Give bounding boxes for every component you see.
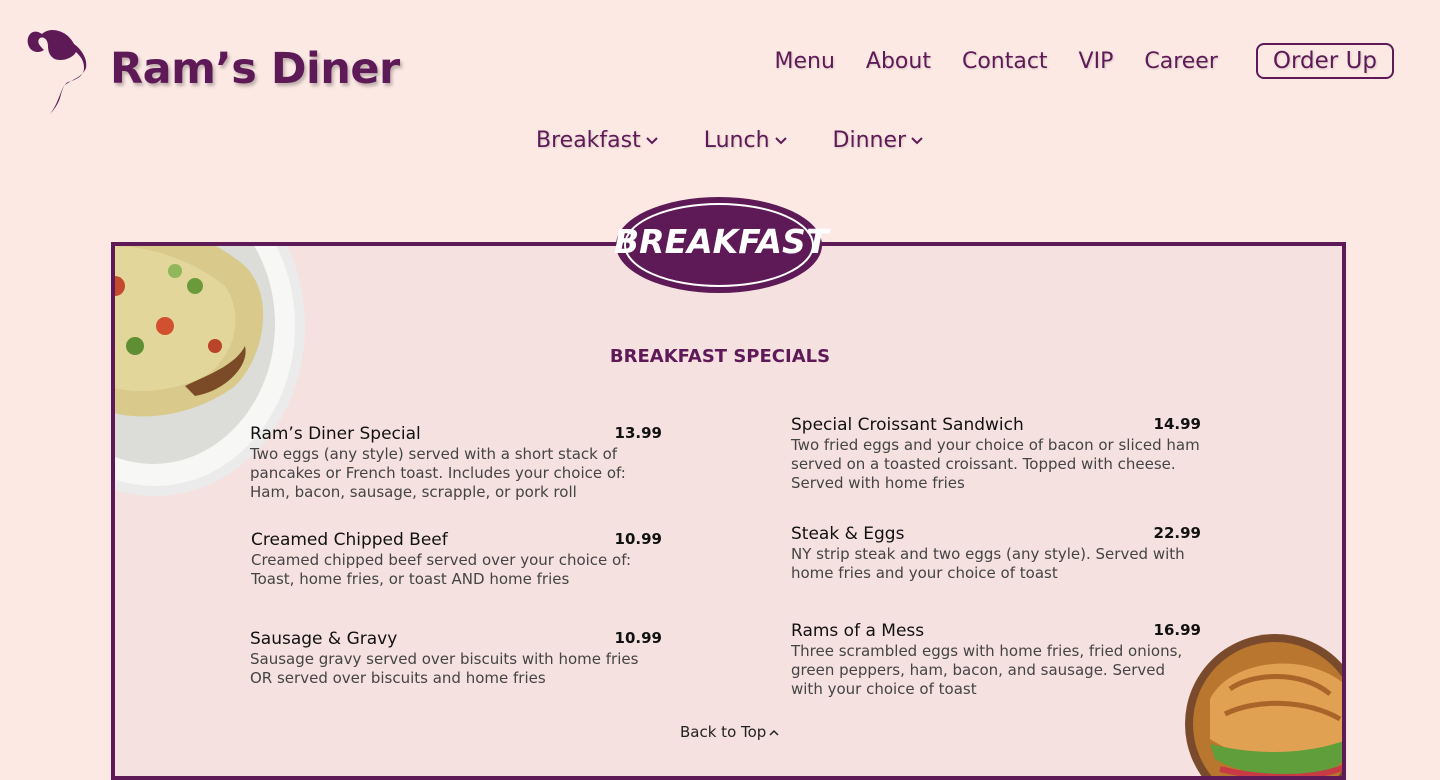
item-description: NY strip steak and two eggs (any style).… bbox=[791, 545, 1185, 582]
item-description: Sausage gravy served over biscuits with … bbox=[250, 650, 639, 687]
section-title: BREAKFAST SPECIALS bbox=[609, 346, 831, 367]
brand-name: Ram’s Diner bbox=[110, 44, 400, 94]
item-description: Creamed chipped beef served over your ch… bbox=[251, 551, 632, 588]
order-up-button[interactable]: Order Up bbox=[1255, 43, 1394, 79]
chevron-down-icon bbox=[774, 136, 787, 144]
subnav-dinner[interactable]: Dinner bbox=[833, 128, 924, 153]
item-price: 16.99 bbox=[1153, 621, 1201, 639]
item-description: Two fried eggs and your choice of bacon … bbox=[791, 436, 1200, 492]
item-name: Rams of a Mess bbox=[791, 621, 925, 641]
item-name: Ram’s Diner Special bbox=[250, 424, 421, 444]
subnav-breakfast[interactable]: Breakfast bbox=[536, 128, 658, 153]
nav-career[interactable]: Career bbox=[1144, 49, 1218, 74]
item-price: 22.99 bbox=[1153, 524, 1201, 542]
breakfast-menu-panel bbox=[111, 242, 1346, 780]
nav-about[interactable]: About bbox=[866, 49, 931, 74]
nav-menu[interactable]: Menu bbox=[775, 49, 835, 74]
chevron-up-icon bbox=[769, 729, 779, 736]
menu-item: Ram’s Diner Special 13.99 Two eggs (any … bbox=[250, 424, 662, 502]
nav-vip[interactable]: VIP bbox=[1079, 49, 1114, 74]
menu-item: Steak & Eggs 22.99 NY strip steak and tw… bbox=[791, 524, 1201, 583]
chevron-down-icon bbox=[646, 136, 658, 144]
back-to-top-label: Back to Top bbox=[680, 723, 767, 741]
item-description: Two eggs (any style) served with a short… bbox=[250, 445, 626, 501]
item-price: 13.99 bbox=[614, 424, 662, 442]
item-name: Special Croissant Sandwich bbox=[791, 415, 1024, 435]
meal-subnav: Breakfast Lunch Dinner bbox=[536, 128, 969, 153]
subnav-breakfast-label: Breakfast bbox=[536, 128, 641, 153]
item-name: Sausage & Gravy bbox=[250, 629, 398, 649]
menu-item: Rams of a Mess 16.99 Three scrambled egg… bbox=[791, 621, 1201, 699]
subnav-lunch[interactable]: Lunch bbox=[704, 128, 787, 153]
brand-logo[interactable]: Ram’s Diner bbox=[24, 24, 400, 114]
item-price: 10.99 bbox=[614, 530, 662, 548]
menu-item: Sausage & Gravy 10.99 Sausage gravy serv… bbox=[250, 629, 662, 688]
back-to-top-link[interactable]: Back to Top bbox=[680, 723, 779, 741]
nav-contact[interactable]: Contact bbox=[962, 49, 1048, 74]
item-name: Creamed Chipped Beef bbox=[251, 530, 448, 550]
subnav-lunch-label: Lunch bbox=[703, 128, 770, 153]
item-description: Three scrambled eggs with home fries, fr… bbox=[791, 642, 1183, 698]
menu-item: Special Croissant Sandwich 14.99 Two fri… bbox=[791, 415, 1201, 493]
item-price: 10.99 bbox=[614, 629, 662, 647]
menu-item: Creamed Chipped Beef 10.99 Creamed chipp… bbox=[251, 530, 662, 589]
croissant-sandwich-image bbox=[1185, 634, 1342, 776]
breakfast-badge-label: BREAKFAST bbox=[614, 222, 829, 261]
item-name: Steak & Eggs bbox=[791, 524, 905, 544]
main-nav: Menu About Contact VIP Career Order Up bbox=[744, 43, 1394, 79]
chevron-down-icon bbox=[911, 136, 923, 144]
item-price: 14.99 bbox=[1153, 415, 1201, 433]
ram-logo-icon bbox=[27, 30, 87, 114]
subnav-dinner-label: Dinner bbox=[832, 128, 907, 153]
